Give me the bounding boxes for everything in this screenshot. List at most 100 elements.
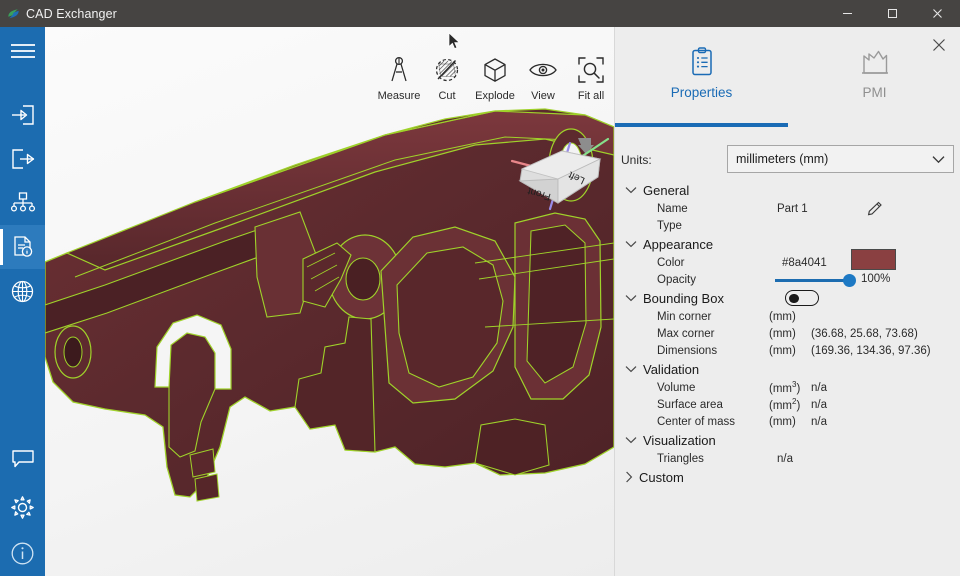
document-properties-icon [10,235,36,260]
left-sidebar [0,27,45,576]
chevron-down-icon [625,436,637,444]
row-dimensions-label: Dimensions [657,344,718,357]
row-min-corner[interactable]: Min corner (mm) [615,308,960,325]
chevron-down-icon [625,294,637,302]
tab-pmi[interactable]: PMI [788,35,960,123]
row-surface-area-value: n/a [811,398,827,411]
row-surface-area-label: Surface area [657,398,723,411]
sidebar-item-mesh[interactable] [0,269,45,313]
application-window: CAD Exchanger Front Left Measure Cut Exp… [0,0,960,576]
tab-pmi-label: PMI [862,85,887,100]
row-dimensions-value: (169.36, 134.36, 97.36) [811,344,931,357]
units-select[interactable]: millimeters (mm) [727,145,954,173]
tool-fit-all-label: Fit all [577,90,605,102]
group-visualization[interactable]: Visualization [615,430,960,450]
row-surface-area-unit: (mm2) [769,397,801,412]
sidebar-item-about[interactable] [0,531,45,575]
tool-measure[interactable]: Measure [375,55,423,102]
tool-cut[interactable]: Cut [423,55,471,102]
group-appearance[interactable]: Appearance [615,234,960,254]
tool-view[interactable]: View [519,55,567,102]
sidebar-item-menu[interactable] [0,27,45,75]
row-dimensions[interactable]: Dimensions (mm) (169.36, 134.36, 97.36) [615,342,960,359]
chevron-right-icon [625,471,633,483]
group-bounding-box-label: Bounding Box [643,290,724,306]
gear-icon [10,495,35,520]
row-max-corner-unit: (mm) [769,327,796,340]
row-volume-value: n/a [811,381,827,394]
tool-view-label: View [531,90,555,102]
row-volume[interactable]: Volume (mm3) n/a [615,379,960,396]
group-general-label: General [643,182,690,198]
row-triangles[interactable]: Triangles n/a [615,450,960,467]
sidebar-item-import[interactable] [0,93,45,137]
row-max-corner[interactable]: Max corner (mm) (36.68, 25.68, 73.68) [615,325,960,342]
opacity-slider-track[interactable] [775,279,851,282]
property-tree: General Name Part 1 Type Appearance Colo… [615,180,960,487]
caliper-icon [386,55,412,85]
window-controls [825,0,960,27]
clipboard-properties-icon [689,47,715,77]
chevron-down-icon [625,365,637,373]
import-arrow-icon [10,103,36,127]
row-type[interactable]: Type [615,217,960,234]
maximize-button[interactable] [870,0,915,27]
row-center-of-mass-value: n/a [811,415,827,428]
sidebar-item-feedback[interactable] [0,437,45,481]
section-cut-icon [433,55,461,85]
pmi-chart-icon [860,47,890,77]
group-custom-label: Custom [639,469,684,485]
row-center-of-mass-label: Center of mass [657,415,735,428]
tab-properties[interactable]: Properties [615,35,788,127]
row-color-label: Color [657,256,685,269]
info-circle-icon [10,541,35,566]
row-dimensions-unit: (mm) [769,344,796,357]
tab-properties-label: Properties [670,85,733,100]
row-opacity[interactable]: Opacity 100% [615,271,960,288]
group-general[interactable]: General [615,180,960,200]
speech-bubble-icon [10,448,36,470]
row-name[interactable]: Name Part 1 [615,200,960,217]
opacity-value: 100% [861,273,891,285]
mouse-cursor-icon [448,32,461,51]
3d-viewport[interactable]: Front Left Measure Cut Explode View Fit … [45,27,614,576]
group-custom[interactable]: Custom [615,467,960,487]
tool-explode[interactable]: Explode [471,55,519,102]
group-validation[interactable]: Validation [615,359,960,379]
close-button[interactable] [915,0,960,27]
row-min-corner-label: Min corner [657,310,712,323]
view-cube[interactable]: Front Left [500,125,614,225]
properties-panel: Properties PMI Units: millimeters (mm) G… [614,27,960,576]
row-color[interactable]: Color #8a4041 [615,249,960,271]
row-surface-area[interactable]: Surface area (mm2) n/a [615,396,960,413]
group-visualization-label: Visualization [643,432,716,448]
minimize-button[interactable] [825,0,870,27]
units-label: Units: [621,153,652,167]
tool-explode-label: Explode [475,90,515,102]
group-appearance-label: Appearance [643,236,714,252]
row-triangles-label: Triangles [657,452,704,465]
row-max-corner-label: Max corner [657,327,715,340]
hamburger-menu-icon [10,42,36,60]
row-center-of-mass-unit: (mm) [769,415,796,428]
group-bounding-box[interactable]: Bounding Box [615,288,960,308]
sidebar-item-structure[interactable] [0,181,45,225]
color-swatch[interactable] [851,249,896,270]
opacity-slider-handle[interactable] [843,274,856,287]
row-name-label: Name [657,202,688,215]
globe-mesh-icon [10,279,35,304]
tool-measure-label: Measure [377,90,421,102]
eye-icon [528,55,558,85]
tool-cut-label: Cut [438,90,456,102]
units-row: Units: millimeters (mm) [615,145,960,175]
pencil-edit-icon[interactable] [867,201,883,216]
sidebar-item-properties[interactable] [0,225,45,269]
sidebar-item-settings[interactable] [0,485,45,529]
row-opacity-label: Opacity [657,273,696,286]
cube-explode-icon [482,55,508,85]
row-min-corner-unit: (mm) [769,310,796,323]
bounding-box-toggle[interactable] [785,290,819,306]
tool-fit-all[interactable]: Fit all [567,55,614,102]
row-center-of-mass[interactable]: Center of mass (mm) n/a [615,413,960,430]
sidebar-item-export[interactable] [0,137,45,181]
